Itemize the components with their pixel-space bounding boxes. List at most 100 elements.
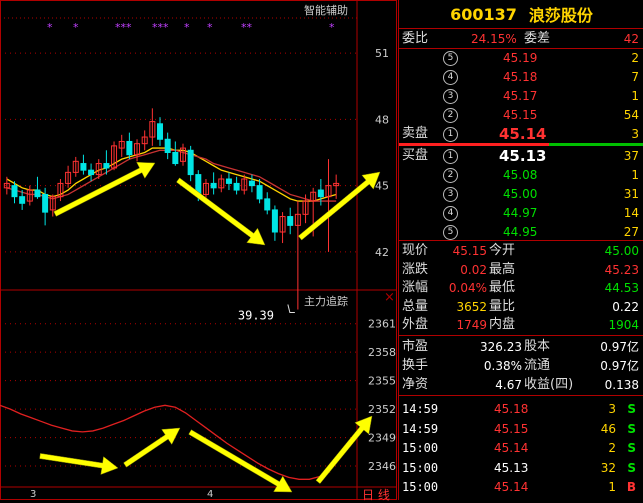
ask-row: 卖盘 1 45.14 3 (399, 125, 643, 143)
ask-volume: 3 (631, 127, 639, 141)
candle-body (264, 198, 271, 211)
bid-price: 44.97 (503, 206, 538, 220)
tick-row: 15:00 45.14 1 B (399, 478, 643, 496)
ask-price: 45.15 (503, 108, 538, 122)
bid-row: 4 44.97 14 (399, 204, 643, 222)
ma-line-2 (6, 149, 337, 202)
bid-volume: 1 (631, 168, 639, 182)
arrow-shape (39, 453, 119, 475)
level-number-icon: 5 (443, 225, 458, 240)
kline-chart[interactable]: 51484542* * *** *** * * ** *39.393 4236123582355… (0, 0, 397, 500)
stat-row: 市盈 326.23 股本 0.97亿 (399, 338, 643, 356)
stat-label: 最低 (489, 280, 516, 295)
stat-label: 今开 (489, 243, 516, 258)
stock-name: 浪莎股份 (528, 6, 593, 25)
weibi-label: 委比 (402, 31, 429, 46)
stat-label: 收益(四) (524, 377, 574, 392)
bid-row: 5 44.95 27 (399, 223, 643, 241)
assist-label[interactable]: 智能辅助 (304, 2, 348, 18)
ask-price: 45.14 (499, 125, 547, 143)
bid-volume: 37 (623, 149, 639, 163)
signal-marker: *** (115, 21, 132, 34)
low-pointer (287, 304, 295, 314)
stat-label: 现价 (402, 243, 429, 258)
stat-value: 1749 (456, 318, 487, 332)
stat-row: 净资 4.67 收益(四) 0.138 (399, 376, 643, 394)
level-number-icon: 1 (443, 149, 458, 164)
stat-value: 0.22 (612, 299, 639, 314)
weibi-row: 委比 24.15% 委差 42 (399, 30, 643, 48)
stat-row: 涨跌 0.02 最高 45.23 (399, 261, 643, 279)
signal-marker: * (207, 21, 213, 34)
ask-price: 45.18 (503, 70, 538, 84)
y-tick-label: 2355 (368, 375, 396, 388)
tick-time: 14:59 (402, 402, 439, 416)
tick-row: 14:59 45.18 3 S (399, 400, 643, 418)
tick-price: 45.15 (494, 421, 529, 436)
tick-volume: 1 (608, 480, 616, 494)
y-tick-label: 51 (375, 47, 389, 60)
level-number-icon: 3 (443, 89, 458, 104)
stat-label: 市盈 (402, 339, 429, 354)
bid-price: 45.13 (499, 147, 547, 165)
stat-value: 44.53 (604, 281, 639, 295)
tick-side: B (626, 480, 636, 494)
stat-label: 流通 (524, 358, 551, 373)
bid-price: 44.95 (503, 225, 538, 239)
candle-body (11, 185, 18, 198)
quote-panel: 600137 浪莎股份 委比 24.15% 委差 42 5 45.19 2 4 45.1… (398, 0, 643, 500)
close-icon[interactable]: × (384, 290, 395, 305)
arrow-shape (297, 171, 381, 241)
level-number-icon: 5 (443, 51, 458, 66)
stat-label: 换手 (402, 358, 429, 373)
tick-price: 45.14 (494, 480, 529, 494)
y-tick-label: 2349 (368, 432, 396, 445)
level-number-icon: 4 (443, 206, 458, 221)
stat-label: 涨跌 (402, 261, 429, 277)
tick-side: S (627, 460, 636, 475)
tick-volume: 32 (600, 460, 616, 475)
mainforce-label[interactable]: 主力追踪 (304, 293, 348, 309)
stock-code: 600137 (450, 4, 517, 24)
ask-row: 3 45.17 1 (399, 87, 643, 105)
level-number-icon: 3 (443, 187, 458, 202)
candle-body (126, 140, 133, 156)
level-number-icon: 2 (443, 168, 458, 183)
y-tick-label: 42 (375, 246, 389, 259)
candle-body (157, 123, 164, 140)
candle-body (256, 185, 263, 200)
stat-value: 0.04% (448, 281, 487, 295)
ask-volume: 1 (631, 89, 639, 103)
signal-marker: * (47, 21, 53, 34)
candle-body (248, 180, 255, 187)
quote-header: 600137 浪莎股份 (399, 0, 643, 29)
stat-value: 0.97亿 (600, 359, 639, 373)
tick-row: 14:59 45.15 46 S (399, 420, 643, 438)
tick-time: 14:59 (402, 421, 439, 436)
candle-body (225, 178, 232, 184)
ask-volume: 2 (631, 51, 639, 65)
annotation-arrow (123, 427, 181, 468)
annotation-arrow (188, 429, 293, 493)
weicha-value: 42 (623, 32, 639, 46)
level-number-icon: 2 (443, 108, 458, 123)
stat-value: 3652 (456, 299, 487, 314)
stat-value: 1904 (608, 318, 639, 332)
period-tab[interactable]: 日 线 (362, 486, 390, 503)
stat-value: 45.00 (604, 244, 639, 258)
candle-body (19, 196, 26, 204)
candle-body (103, 163, 110, 169)
stat-label: 内盘 (489, 317, 516, 332)
low-price-label: 39.39 (238, 309, 274, 323)
chart-area[interactable]: 51 48 45 42 * * *** *** * * ** * 39.39 3 4 2361 2358 2355… (0, 0, 397, 503)
y-tick-label: 45 (375, 180, 389, 193)
arrow-shape (188, 429, 293, 493)
annotation-arrow (39, 453, 119, 475)
stat-value: 326.23 (480, 340, 522, 354)
x-tick-label: 3 (30, 489, 36, 500)
signal-marker: * (73, 21, 79, 34)
stat-value: 0.97亿 (600, 340, 639, 354)
candle-body (88, 169, 95, 176)
tick-volume: 2 (608, 441, 616, 455)
signal-marker: * (184, 21, 190, 34)
